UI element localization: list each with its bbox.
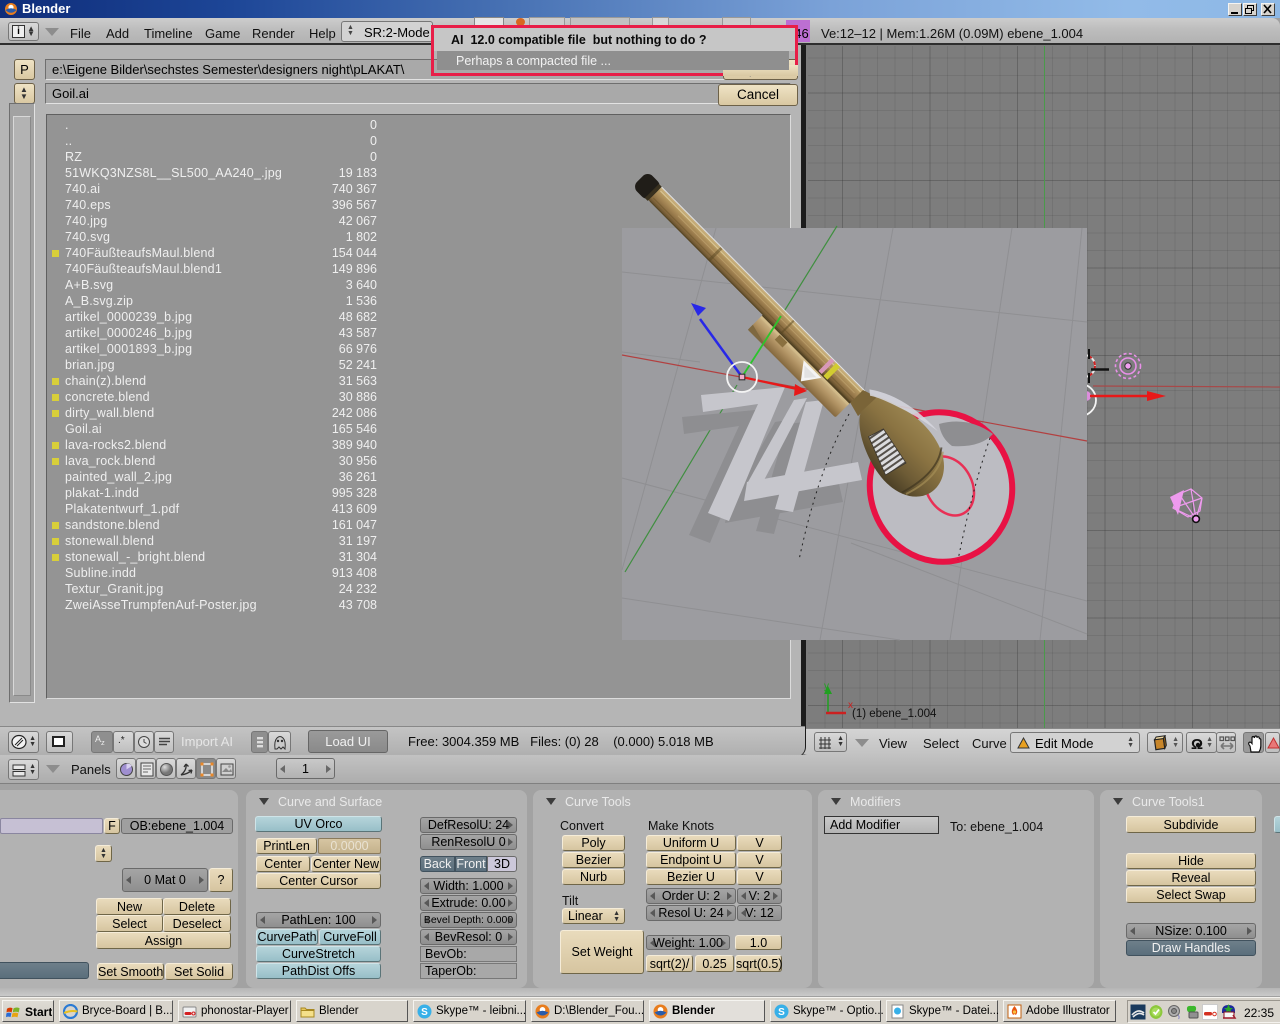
svg-text:S: S — [421, 1007, 428, 1018]
svg-text:y: y — [824, 681, 829, 692]
svg-text:S: S — [778, 1007, 785, 1018]
svg-text:(1) ebene_1.004: (1) ebene_1.004 — [852, 708, 937, 720]
